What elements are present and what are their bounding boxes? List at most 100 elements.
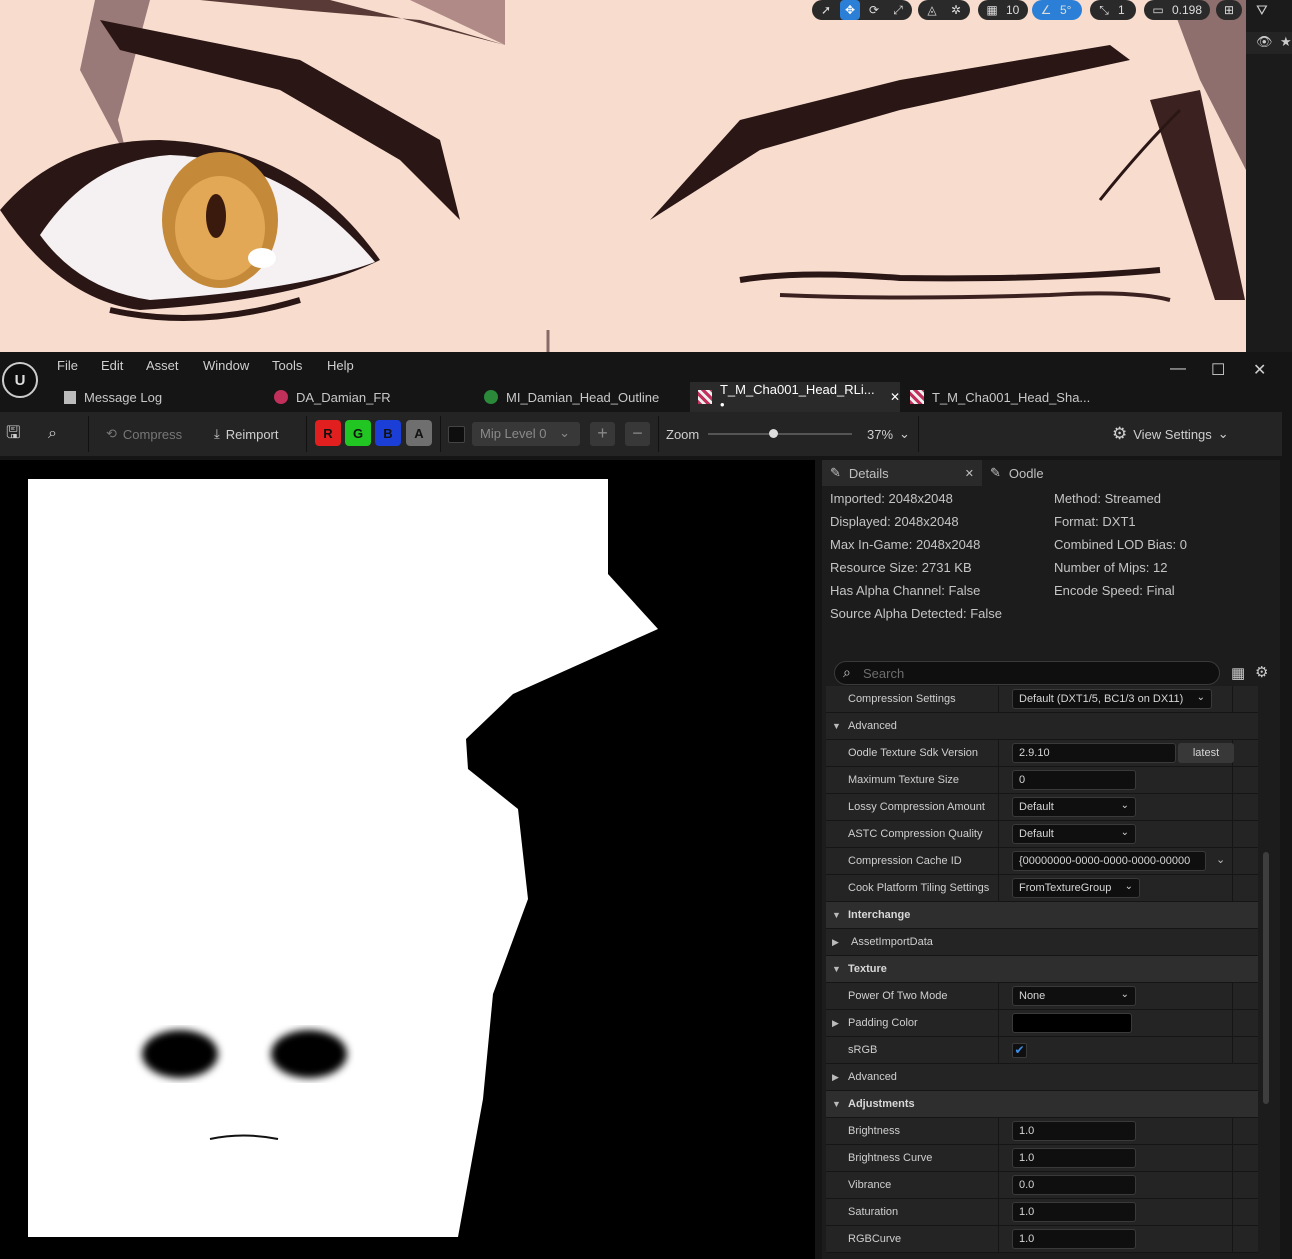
level-viewport[interactable]: ➚ ✥ ⟳ ⤢ ◬ ✲ ▦ 10 ∠ 5° ⤡ 1 ▭ 0.198 ⊞: [0, 0, 1246, 352]
prop-label: sRGB: [848, 1044, 878, 1056]
viewport-render: [0, 0, 1246, 352]
rotation-snap-control[interactable]: ∠ 5°: [1032, 0, 1082, 20]
channel-g-toggle[interactable]: G: [345, 420, 371, 446]
compression-settings-dropdown[interactable]: Default (DXT1/5, BC1/3 on DX11) ⌄: [1012, 689, 1212, 709]
translate-mode-icon[interactable]: ✥: [840, 0, 860, 20]
mip-level-dropdown[interactable]: Mip Level 0 ⌄: [472, 422, 580, 446]
zoom-dropdown[interactable]: 37% ⌄: [867, 422, 910, 446]
world-local-icon[interactable]: ◬: [922, 0, 942, 20]
cache-id-input[interactable]: {00000000-0000-0000-0000-00000: [1012, 851, 1206, 871]
scale-snap-icon: ⤡: [1099, 2, 1109, 17]
channel-a-toggle[interactable]: A: [406, 420, 432, 446]
channel-b-toggle[interactable]: B: [375, 420, 401, 446]
row-texture-category[interactable]: ▼ Texture: [826, 956, 1258, 983]
padding-color-swatch[interactable]: [1012, 1013, 1132, 1033]
maximize-icon[interactable]: ☐: [1211, 360, 1225, 380]
oodle-sdk-input[interactable]: 2.9.10: [1012, 743, 1176, 763]
tab-mi-damian-head-outline[interactable]: MI_Damian_Head_Outline: [476, 382, 690, 412]
row-max-texture-size: Maximum Texture Size 0: [826, 767, 1258, 794]
details-scrollbar[interactable]: [1263, 852, 1269, 1104]
texture-preview-viewport[interactable]: [0, 460, 815, 1259]
row-oodle-sdk-version: Oodle Texture Sdk Version 2.9.10 latest: [826, 740, 1258, 767]
vibrance-input[interactable]: 0.0: [1012, 1175, 1136, 1195]
max-texture-size-input[interactable]: 0: [1012, 770, 1136, 790]
channel-r-toggle[interactable]: R: [315, 420, 341, 446]
camera-icon: ▭: [1152, 3, 1164, 17]
layout-control[interactable]: ⊞: [1216, 0, 1242, 20]
camera-speed-control[interactable]: ▭ 0.198: [1144, 0, 1210, 20]
mip-checkbox[interactable]: [448, 426, 465, 443]
row-adjustments-category[interactable]: ▼ Adjustments: [826, 1091, 1258, 1118]
chevron-down-icon: ⌄: [1217, 426, 1229, 441]
collapsed-arrow-icon[interactable]: ▶: [832, 1018, 839, 1029]
menu-file[interactable]: File: [57, 358, 78, 373]
zoom-slider[interactable]: [708, 429, 852, 438]
menu-window[interactable]: Window: [203, 358, 249, 373]
zoom-slider-thumb[interactable]: [768, 429, 778, 438]
visibility-eye-icon[interactable]: 👁: [1256, 34, 1273, 50]
scale-mode-icon[interactable]: ⤢: [888, 0, 908, 20]
row-astc-quality: ASTC Compression Quality Default ⌄: [826, 821, 1258, 848]
power-of-two-dropdown[interactable]: None ⌄: [1012, 986, 1136, 1006]
lossy-amount-dropdown[interactable]: Default ⌄: [1012, 797, 1136, 817]
shadow-ramp-texture: [28, 479, 786, 1237]
row-compression-cache-id: Compression Cache ID {00000000-0000-0000…: [826, 848, 1258, 875]
tab-close-icon[interactable]: ✕: [890, 390, 900, 404]
astc-quality-dropdown[interactable]: Default ⌄: [1012, 824, 1136, 844]
compress-button[interactable]: ⟲ Compress: [106, 422, 182, 446]
mip-increase-button[interactable]: +: [590, 422, 615, 446]
brightness-input[interactable]: 1.0: [1012, 1121, 1136, 1141]
tab-t-m-cha001-head-rli[interactable]: T_M_Cha001_Head_RLi... • ✕: [690, 382, 900, 412]
tab-message-log[interactable]: Message Log: [56, 382, 266, 412]
menu-tools[interactable]: Tools: [272, 358, 302, 373]
mip-decrease-button[interactable]: −: [625, 422, 650, 446]
unreal-logo-icon[interactable]: U: [2, 362, 38, 398]
row-advanced-texture[interactable]: ▶ Advanced: [826, 1064, 1258, 1091]
tab-da-damian-fr[interactable]: DA_Damian_FR: [266, 382, 476, 412]
tab-label: DA_Damian_FR: [296, 389, 391, 405]
prop-label: Compression Settings: [848, 693, 956, 705]
minimize-icon[interactable]: —: [1170, 360, 1186, 378]
close-window-icon[interactable]: ✕: [1253, 360, 1266, 380]
tiling-dropdown[interactable]: FromTextureGroup ⌄: [1012, 878, 1140, 898]
reimport-label: Reimport: [225, 426, 279, 442]
dropdown-value: Default: [1019, 828, 1054, 840]
tab-t-m-cha001-head-sha[interactable]: T_M_Cha001_Head_Sha...: [902, 382, 1112, 412]
saturation-input[interactable]: 1.0: [1012, 1202, 1136, 1222]
dropdown-value: Default: [1019, 801, 1054, 813]
view-settings-label: View Settings: [1133, 426, 1212, 442]
rgbcurve-input[interactable]: 1.0: [1012, 1229, 1136, 1249]
row-interchange-category[interactable]: ▼ Interchange: [826, 902, 1258, 929]
save-icon[interactable]: 🖫: [6, 422, 20, 446]
prop-label: Brightness Curve: [848, 1152, 933, 1164]
surface-snap-icon[interactable]: ✲: [946, 0, 966, 20]
expanded-arrow-icon[interactable]: ▼: [832, 721, 841, 731]
expanded-arrow-icon[interactable]: ▼: [832, 964, 841, 974]
scale-snap-control[interactable]: ⤡ 1: [1090, 0, 1136, 20]
collapsed-arrow-icon[interactable]: ▶: [832, 937, 839, 948]
chevron-down-icon: ⌄: [1196, 692, 1205, 703]
menu-edit[interactable]: Edit: [101, 358, 123, 373]
srgb-checkbox[interactable]: ✔: [1012, 1043, 1027, 1058]
expanded-arrow-icon[interactable]: ▼: [832, 1099, 841, 1109]
collapsed-arrow-icon[interactable]: ▶: [832, 1072, 839, 1083]
browse-asset-icon[interactable]: ⌕: [48, 422, 57, 446]
brightness-curve-input[interactable]: 1.0: [1012, 1148, 1136, 1168]
star-icon[interactable]: ★: [1280, 34, 1292, 50]
menu-asset[interactable]: Asset: [146, 358, 179, 373]
row-asset-import-data[interactable]: ▶ AssetImportData: [826, 929, 1258, 956]
zoom-value: 37%: [867, 426, 894, 442]
row-advanced-group[interactable]: ▼ Advanced: [826, 713, 1258, 740]
filter-icon[interactable]: ⛛: [1256, 2, 1268, 19]
reimport-button[interactable]: ⤓ Reimport: [214, 422, 279, 446]
rotate-mode-icon[interactable]: ⟳: [864, 0, 884, 20]
chevron-down-icon[interactable]: ⌄: [1216, 853, 1225, 866]
menu-help[interactable]: Help: [327, 358, 354, 373]
chevron-down-icon: ⌄: [1120, 989, 1129, 1000]
select-mode-icon[interactable]: ➚: [816, 0, 836, 20]
outliner-strip: ⛛ 👁 ★: [1246, 0, 1292, 352]
latest-button[interactable]: latest: [1178, 743, 1234, 763]
view-settings-button[interactable]: ⚙ View Settings ⌄: [1112, 422, 1229, 446]
grid-snap-control[interactable]: ▦ 10: [978, 0, 1028, 20]
expanded-arrow-icon[interactable]: ▼: [832, 910, 841, 920]
